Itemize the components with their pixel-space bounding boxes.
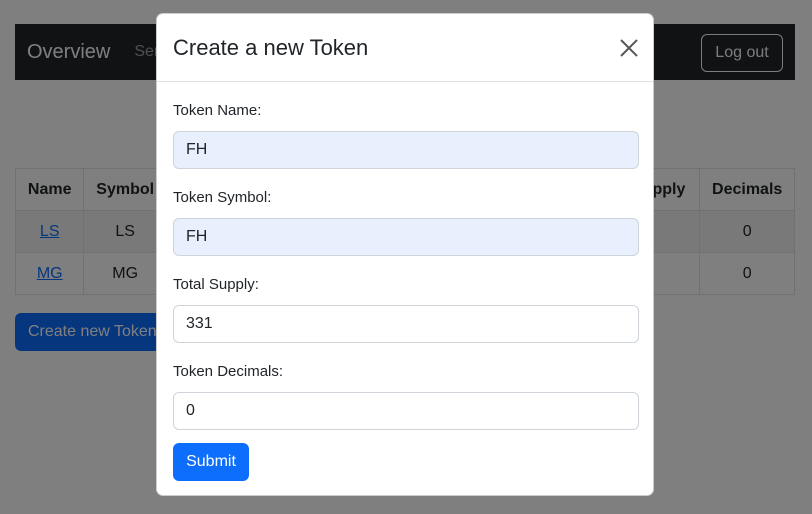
modal-title: Create a new Token — [173, 35, 369, 60]
create-token-modal: Create a new Token Token Name: Token Sym… — [156, 13, 654, 496]
modal-body: Token Name: Token Symbol: Total Supply: … — [157, 102, 653, 430]
token-symbol-input[interactable] — [173, 218, 639, 256]
token-symbol-label: Token Symbol: — [173, 189, 272, 206]
page: Overview Send Log out Name Symbol Supply… — [0, 0, 812, 514]
submit-button[interactable]: Submit — [173, 443, 249, 481]
token-name-label: Token Name: — [173, 102, 262, 119]
modal-header: Create a new Token — [157, 14, 653, 82]
close-icon[interactable] — [617, 36, 641, 60]
total-supply-input[interactable] — [173, 305, 639, 343]
total-supply-label: Total Supply: — [173, 276, 259, 293]
token-decimals-label: Token Decimals: — [173, 363, 284, 380]
token-name-input[interactable] — [173, 131, 639, 169]
token-decimals-input[interactable] — [173, 392, 639, 430]
